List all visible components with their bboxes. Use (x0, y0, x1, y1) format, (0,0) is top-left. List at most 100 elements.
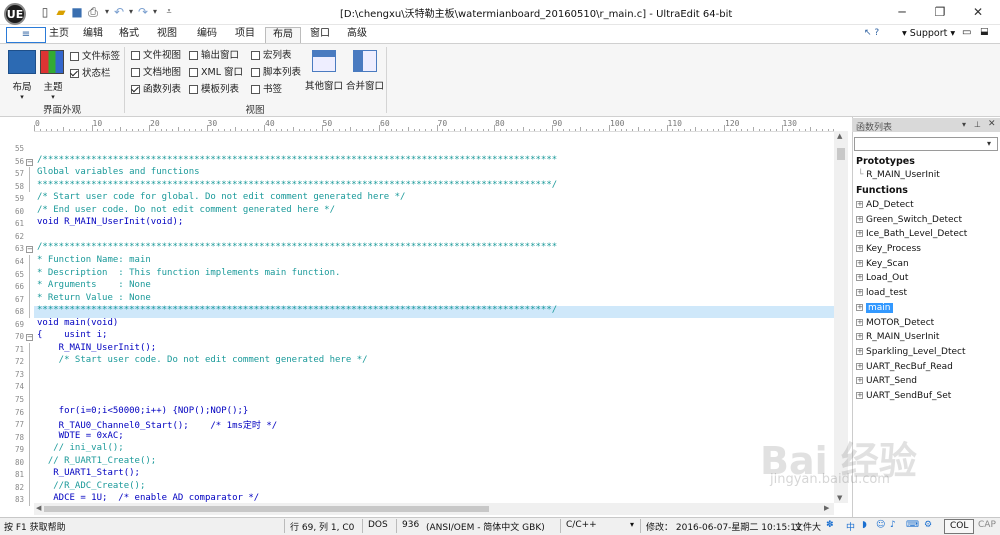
tree-item-function[interactable]: + Key_Scan (856, 259, 996, 274)
tree-item-function[interactable]: + R_MAIN_UserInit (856, 332, 996, 347)
code-line[interactable]: ****************************************… (37, 305, 557, 315)
code-line[interactable]: void main(void) (37, 318, 118, 328)
expand-plus-icon[interactable]: + (856, 377, 863, 385)
template-list-checkbox[interactable] (189, 85, 198, 94)
function-list-checkbox[interactable] (131, 85, 140, 94)
code-line[interactable]: ADCE = 1U; /* enable AD comparator */ (37, 493, 259, 503)
status-col-mode[interactable]: COL (944, 519, 975, 534)
status-line-ending[interactable]: DOS (368, 520, 388, 530)
code-line[interactable]: Global variables and functions (37, 167, 200, 177)
xml-window-checkbox[interactable] (189, 68, 198, 77)
tree-item-function[interactable]: + UART_SendBuf_Set (856, 391, 996, 406)
code-line[interactable]: /***************************************… (37, 155, 557, 165)
ime-baidu-paw-icon[interactable]: ✽ (826, 520, 834, 530)
restore-icon[interactable]: ❐ (922, 2, 958, 22)
check-file-view[interactable]: 文件视图 (131, 49, 181, 63)
support-menu[interactable]: ▾ Support ▾ (902, 28, 955, 39)
tab-edit[interactable]: 编辑 (78, 27, 108, 43)
ribbon-minimize-icon[interactable]: ▭ (962, 27, 971, 38)
code-line[interactable]: { usint i; (37, 330, 107, 340)
tree-item-function[interactable]: + Load_Out (856, 273, 996, 288)
output-window-checkbox[interactable] (189, 51, 198, 60)
tab-view[interactable]: 视图 (152, 27, 182, 43)
redo-dropdown-icon[interactable]: ▾ (148, 5, 162, 19)
tree-item-function[interactable]: + MOTOR_Detect (856, 318, 996, 333)
ime-emoji-icon[interactable]: ☺ (876, 520, 885, 530)
tab-format[interactable]: 格式 (114, 27, 144, 43)
check-macro-list[interactable]: 宏列表 (251, 49, 301, 63)
expand-plus-icon[interactable]: + (856, 303, 863, 311)
expand-plus-icon[interactable]: + (856, 362, 863, 370)
doc-map-checkbox[interactable] (131, 68, 140, 77)
layout-button[interactable]: 布局 ▾ (8, 50, 36, 101)
tab-file-menu[interactable]: ≡ (6, 27, 46, 43)
status-language[interactable]: C/C++ (566, 520, 597, 530)
tree-item-function[interactable]: + Key_Process (856, 244, 996, 259)
check-output-window[interactable]: 输出窗口 (189, 49, 243, 63)
minimize-icon[interactable]: ─ (884, 2, 920, 22)
check-xml-window[interactable]: XML 窗口 (189, 66, 243, 80)
check-template-list[interactable]: 模板列表 (189, 83, 243, 97)
tree-header-prototypes[interactable]: Prototypes (856, 156, 996, 170)
new-file-icon[interactable]: ▯ (38, 5, 52, 19)
language-dropdown-icon[interactable]: ▾ (630, 520, 634, 529)
status-bar-checkbox[interactable] (70, 69, 79, 78)
file-tabs-checkbox[interactable] (70, 52, 79, 61)
dropdown-chevron-down-icon[interactable]: ▾ (987, 139, 991, 148)
code-line[interactable]: /* End user code. Do not edit comment ge… (37, 205, 335, 215)
expand-plus-icon[interactable]: + (856, 333, 863, 341)
code-line[interactable]: WDTE = 0xAC; (37, 431, 124, 441)
code-line[interactable]: R_UART1_Start(); (37, 468, 140, 478)
ime-voice-icon[interactable]: ♪ (890, 520, 896, 530)
scroll-right-icon[interactable]: ▶ (824, 504, 829, 512)
tree-item-function[interactable]: + load_test (856, 288, 996, 303)
bookmarks-checkbox[interactable] (251, 85, 260, 94)
code-line[interactable]: * Return Value : None (37, 293, 151, 303)
panel-close-icon[interactable]: ✕ (988, 119, 996, 129)
tab-encoding[interactable]: 编码 (192, 27, 222, 43)
check-function-list[interactable]: 函数列表 (131, 83, 181, 97)
scroll-down-icon[interactable]: ▼ (837, 494, 842, 502)
file-view-checkbox[interactable] (131, 51, 140, 60)
code-line[interactable]: /***************************************… (37, 242, 557, 252)
code-line[interactable]: for(i=0;i<50000;i++) {NOP();NOP();} (37, 406, 249, 416)
tab-project[interactable]: 项目 (230, 27, 260, 43)
script-list-checkbox[interactable] (251, 68, 260, 77)
function-filter-dropdown[interactable] (854, 137, 998, 151)
tree-item-prototype[interactable]: └ R_MAIN_UserInit (856, 170, 996, 185)
tab-advanced[interactable]: 高级 (342, 27, 372, 43)
tree-item-function[interactable]: + UART_Send (856, 376, 996, 391)
status-codepage[interactable]: 936 (402, 520, 419, 530)
scroll-left-icon[interactable]: ◀ (36, 504, 41, 512)
code-line[interactable]: ****************************************… (37, 180, 557, 190)
check-script-list[interactable]: 脚本列表 (251, 66, 301, 80)
code-line[interactable]: void R_MAIN_UserInit(void); (37, 217, 183, 227)
tree-item-function[interactable]: + AD_Detect (856, 200, 996, 215)
ime-punctuation-icon[interactable]: ◗ (862, 520, 867, 530)
tree-item-function[interactable]: + main (856, 302, 996, 318)
expand-plus-icon[interactable]: + (856, 289, 863, 297)
other-windows-button[interactable]: 其他窗口 (305, 50, 343, 92)
horizontal-scrollbar-thumb[interactable] (44, 506, 489, 512)
theme-button[interactable]: 主题 ▾ (40, 50, 66, 101)
fold-toggle-icon[interactable]: − (26, 158, 33, 166)
tree-header-functions[interactable]: Functions (856, 185, 996, 200)
ime-keyboard-icon[interactable]: ⌨ (906, 520, 919, 530)
tree-item-function[interactable]: + Sparkling_Level_Dtect (856, 347, 996, 362)
save-icon[interactable]: ■ (70, 5, 84, 19)
check-status-bar[interactable]: 状态栏 (70, 67, 120, 81)
print-icon[interactable]: ⎙ (86, 5, 100, 19)
scroll-up-icon[interactable]: ▲ (837, 132, 842, 140)
code-line[interactable]: R_TAU0_Channel0_Start(); /* 1ms定时 */ (37, 418, 278, 431)
expand-plus-icon[interactable]: + (856, 391, 863, 399)
code-line[interactable]: R_MAIN_UserInit(); (37, 343, 157, 353)
tab-layout[interactable]: 布局 (265, 27, 301, 43)
macro-list-checkbox[interactable] (251, 51, 260, 60)
expand-plus-icon[interactable]: + (856, 230, 863, 238)
ime-settings-icon[interactable]: ⚙ (924, 520, 932, 530)
expand-plus-icon[interactable]: + (856, 274, 863, 282)
help-icon[interactable]: ↖ ? (864, 28, 879, 38)
code-line[interactable]: // R_UART1_Create(); (37, 456, 156, 466)
check-doc-map[interactable]: 文档地图 (131, 66, 181, 80)
status-encoding[interactable]: (ANSI/OEM - 简体中文 GBK) (426, 520, 545, 533)
